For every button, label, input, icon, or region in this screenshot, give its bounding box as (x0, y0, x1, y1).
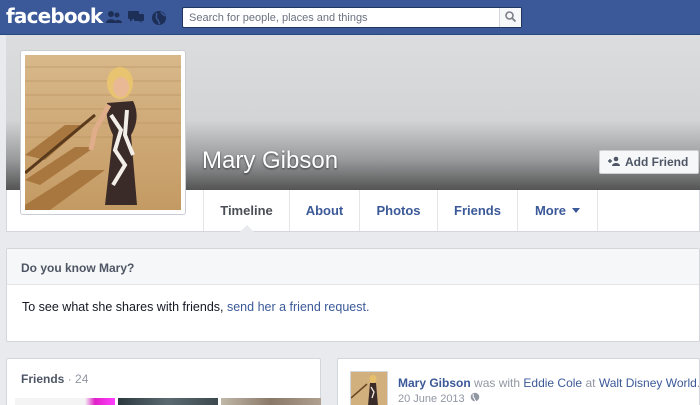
tab-photos[interactable]: Photos (360, 190, 438, 231)
profile-name: Mary Gibson (202, 147, 339, 174)
friends-title[interactable]: Friends (21, 372, 64, 386)
active-tab-pointer (240, 225, 254, 232)
send-friend-request-link[interactable]: send her a friend request. (227, 300, 369, 314)
tab-friends-label: Friends (454, 203, 501, 218)
add-friend-icon (608, 155, 621, 169)
search-icon (505, 9, 517, 27)
tab-more[interactable]: More (518, 190, 598, 231)
post-author-name[interactable]: Mary Gibson (398, 376, 471, 390)
post-place-link[interactable]: Walt Disney World (599, 376, 697, 390)
friends-header: Friends · 24 (7, 359, 320, 399)
tab-about-label: About (305, 203, 344, 218)
notifications-globe-icon[interactable] (151, 10, 167, 25)
profile-picture[interactable] (20, 50, 186, 215)
post-meta: 20 June 2013 (398, 392, 480, 405)
friends-count: 24 (75, 372, 89, 386)
friends-separator: · (67, 372, 72, 386)
tab-photos-label: Photos (376, 203, 421, 218)
prompt-body: To see what she shares with friends, sen… (7, 285, 699, 329)
prompt-title: Do you know Mary? (7, 249, 699, 285)
timeline-post: Mary Gibson was with Eddie Cole at Walt … (337, 358, 700, 405)
tab-about[interactable]: About (290, 190, 360, 231)
public-globe-icon[interactable] (470, 392, 480, 405)
post-tagged-friend[interactable]: Eddie Cole (523, 376, 582, 390)
friends-card: Friends · 24 (6, 358, 321, 405)
post-at-text: at (585, 376, 596, 390)
tab-friends[interactable]: Friends (438, 190, 518, 231)
post-with-text: was with (474, 376, 521, 390)
search-box (182, 7, 522, 28)
post-date[interactable]: 20 June 2013 (398, 393, 465, 405)
tab-more-label: More (534, 203, 567, 218)
friend-thumbnail[interactable] (15, 398, 115, 405)
friend-thumbnails (15, 398, 321, 405)
search-input[interactable] (183, 8, 493, 28)
post-headline: Mary Gibson was with Eddie Cole at Walt … (398, 376, 700, 390)
tab-timeline-label: Timeline (220, 203, 273, 218)
friend-thumbnail[interactable] (118, 398, 218, 405)
prompt-text: To see what she shares with friends, (22, 300, 224, 314)
top-navigation-bar: facebook (0, 0, 700, 35)
search-button[interactable] (499, 8, 521, 27)
chevron-down-icon (572, 208, 581, 213)
friend-request-prompt: Do you know Mary? To see what she shares… (6, 248, 700, 342)
post-author-avatar[interactable] (350, 371, 388, 405)
friend-requests-icon[interactable] (106, 10, 122, 24)
messages-icon[interactable] (128, 10, 144, 24)
add-friend-button[interactable]: Add Friend (599, 150, 699, 174)
friend-thumbnail[interactable] (221, 398, 321, 405)
add-friend-label: Add Friend (625, 155, 689, 169)
facebook-logo[interactable]: facebook (6, 4, 103, 28)
